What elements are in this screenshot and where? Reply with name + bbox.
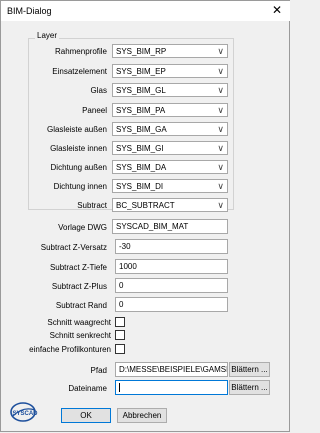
schnitt-senkrecht-checkbox[interactable] bbox=[115, 330, 125, 340]
text-caret bbox=[119, 383, 120, 392]
label-dichtung-aussen: Dichtung außen bbox=[50, 163, 107, 172]
title-bar: BIM-Dialog ✕ bbox=[1, 1, 290, 21]
label-subtract: Subtract bbox=[77, 201, 107, 210]
pfad-browse-button[interactable]: Blättern ... bbox=[229, 362, 270, 377]
combo-dichtung-innen-value: SYS_BIM_DI bbox=[116, 182, 164, 191]
subtract-z-plus-field[interactable]: 0 bbox=[115, 278, 228, 293]
label-paneel: Paneel bbox=[82, 106, 107, 115]
label-einsatzelement: Einsatzelement bbox=[52, 67, 107, 76]
combo-subtract-value: BC_SUBTRACT bbox=[116, 201, 175, 210]
label-glasleiste-innen: Glasleiste innen bbox=[50, 144, 107, 153]
label-subtract-z-versatz: Subtract Z-Versatz bbox=[40, 243, 107, 252]
chevron-down-icon[interactable]: ∨ bbox=[217, 142, 224, 155]
label-subtract-z-tiefe: Subtract Z-Tiefe bbox=[49, 263, 107, 272]
label-subtract-rand: Subtract Rand bbox=[55, 301, 107, 310]
logo-text: SYSCAD bbox=[12, 411, 38, 417]
label-subtract-z-plus: Subtract Z-Plus bbox=[51, 282, 107, 291]
subtract-z-plus-value: 0 bbox=[119, 281, 124, 290]
combo-glasleiste-innen-value: SYS_BIM_GI bbox=[116, 144, 164, 153]
subtract-rand-field[interactable]: 0 bbox=[115, 297, 228, 312]
label-einfache-profilkonturen: einfache Profilkonturen bbox=[29, 345, 111, 354]
combo-einsatzelement-value: SYS_BIM_EP bbox=[116, 67, 166, 76]
label-schnitt-senkrecht: Schnitt senkrecht bbox=[49, 331, 111, 340]
close-icon[interactable]: ✕ bbox=[272, 3, 282, 17]
combo-glasleiste-innen[interactable]: SYS_BIM_GI ∨ bbox=[112, 141, 228, 155]
combo-rahmenprofile-value: SYS_BIM_RP bbox=[116, 47, 167, 56]
label-dateiname: Dateiname bbox=[68, 384, 107, 393]
combo-dichtung-aussen[interactable]: SYS_BIM_DA ∨ bbox=[112, 160, 228, 174]
label-pfad: Pfad bbox=[90, 366, 107, 375]
window-title: BIM-Dialog bbox=[7, 6, 52, 16]
layer-group-legend: Layer bbox=[35, 31, 60, 40]
subtract-z-versatz-field[interactable]: -30 bbox=[115, 239, 228, 254]
label-glasleiste-aussen: Glasleiste außen bbox=[46, 125, 107, 134]
vorlage-dwg-field[interactable]: SYSCAD_BIM_MAT bbox=[112, 219, 228, 234]
combo-glasleiste-aussen[interactable]: SYS_BIM_GA ∨ bbox=[112, 122, 228, 136]
chevron-down-icon[interactable]: ∨ bbox=[217, 84, 224, 97]
subtract-rand-value: 0 bbox=[119, 300, 124, 309]
combo-subtract[interactable]: BC_SUBTRACT ∨ bbox=[112, 198, 228, 212]
einfache-profilkonturen-checkbox[interactable] bbox=[115, 344, 125, 354]
label-dichtung-innen: Dichtung innen bbox=[53, 182, 107, 191]
vorlage-dwg-value: SYSCAD_BIM_MAT bbox=[116, 222, 189, 231]
subtract-z-tiefe-value: 1000 bbox=[119, 262, 137, 271]
syscad-logo-icon: SYSCAD bbox=[10, 402, 38, 422]
label-vorlage-dwg: Vorlage DWG bbox=[58, 223, 107, 232]
label-glas: Glas bbox=[90, 86, 107, 95]
combo-einsatzelement[interactable]: SYS_BIM_EP ∨ bbox=[112, 64, 228, 78]
combo-glasleiste-aussen-value: SYS_BIM_GA bbox=[116, 125, 167, 134]
combo-dichtung-aussen-value: SYS_BIM_DA bbox=[116, 163, 167, 172]
chevron-down-icon[interactable]: ∨ bbox=[217, 104, 224, 117]
combo-glas[interactable]: SYS_BIM_GL ∨ bbox=[112, 83, 228, 97]
combo-rahmenprofile[interactable]: SYS_BIM_RP ∨ bbox=[112, 44, 228, 58]
chevron-down-icon[interactable]: ∨ bbox=[217, 199, 224, 212]
dateiname-browse-button[interactable]: Blättern ... bbox=[229, 380, 270, 395]
schnitt-waagrecht-checkbox[interactable] bbox=[115, 317, 125, 327]
combo-paneel-value: SYS_BIM_PA bbox=[116, 106, 166, 115]
chevron-down-icon[interactable]: ∨ bbox=[217, 45, 224, 58]
label-rahmenprofile: Rahmenprofile bbox=[54, 47, 107, 56]
ok-button[interactable]: OK bbox=[61, 408, 111, 423]
subtract-z-tiefe-field[interactable]: 1000 bbox=[115, 259, 228, 274]
chevron-down-icon[interactable]: ∨ bbox=[217, 123, 224, 136]
dateiname-field[interactable] bbox=[115, 380, 228, 395]
subtract-z-versatz-value: -30 bbox=[119, 242, 131, 251]
pfad-field[interactable]: D:\MESSE\BEISPIELE\GAMSMILC bbox=[115, 362, 228, 377]
cancel-button[interactable]: Abbrechen bbox=[117, 408, 167, 423]
chevron-down-icon[interactable]: ∨ bbox=[217, 65, 224, 78]
combo-dichtung-innen[interactable]: SYS_BIM_DI ∨ bbox=[112, 179, 228, 193]
label-schnitt-waagrecht: Schnitt waagrecht bbox=[47, 318, 111, 327]
combo-paneel[interactable]: SYS_BIM_PA ∨ bbox=[112, 103, 228, 117]
combo-glas-value: SYS_BIM_GL bbox=[116, 86, 166, 95]
chevron-down-icon[interactable]: ∨ bbox=[217, 180, 224, 193]
chevron-down-icon[interactable]: ∨ bbox=[217, 161, 224, 174]
pfad-value: D:\MESSE\BEISPIELE\GAMSMILC bbox=[119, 365, 227, 374]
